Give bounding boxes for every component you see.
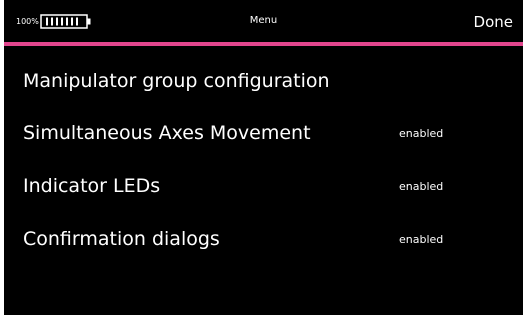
setting-label: Indicator LEDs <box>23 175 161 197</box>
setting-value[interactable]: enabled <box>399 180 443 193</box>
done-button[interactable]: Done <box>474 13 513 31</box>
header-divider <box>4 42 523 46</box>
page-title: Manipulator group configuration <box>23 70 330 92</box>
menu-title: Menu <box>249 15 278 26</box>
setting-row-simultaneous-axes-movement[interactable]: Simultaneous Axes Movement enabled <box>4 117 523 149</box>
setting-row-confirmation-dialogs[interactable]: Confirmation dialogs enabled <box>4 223 523 255</box>
menu-screen: 100% Menu Done Manipulator group configu… <box>4 0 523 315</box>
setting-label: Confirmation dialogs <box>23 228 220 250</box>
setting-value[interactable]: enabled <box>399 127 443 140</box>
status-bar: 100% Menu Done <box>4 0 523 43</box>
setting-value[interactable]: enabled <box>399 233 443 246</box>
setting-label: Simultaneous Axes Movement <box>23 122 311 144</box>
setting-row-indicator-leds[interactable]: Indicator LEDs enabled <box>4 170 523 202</box>
